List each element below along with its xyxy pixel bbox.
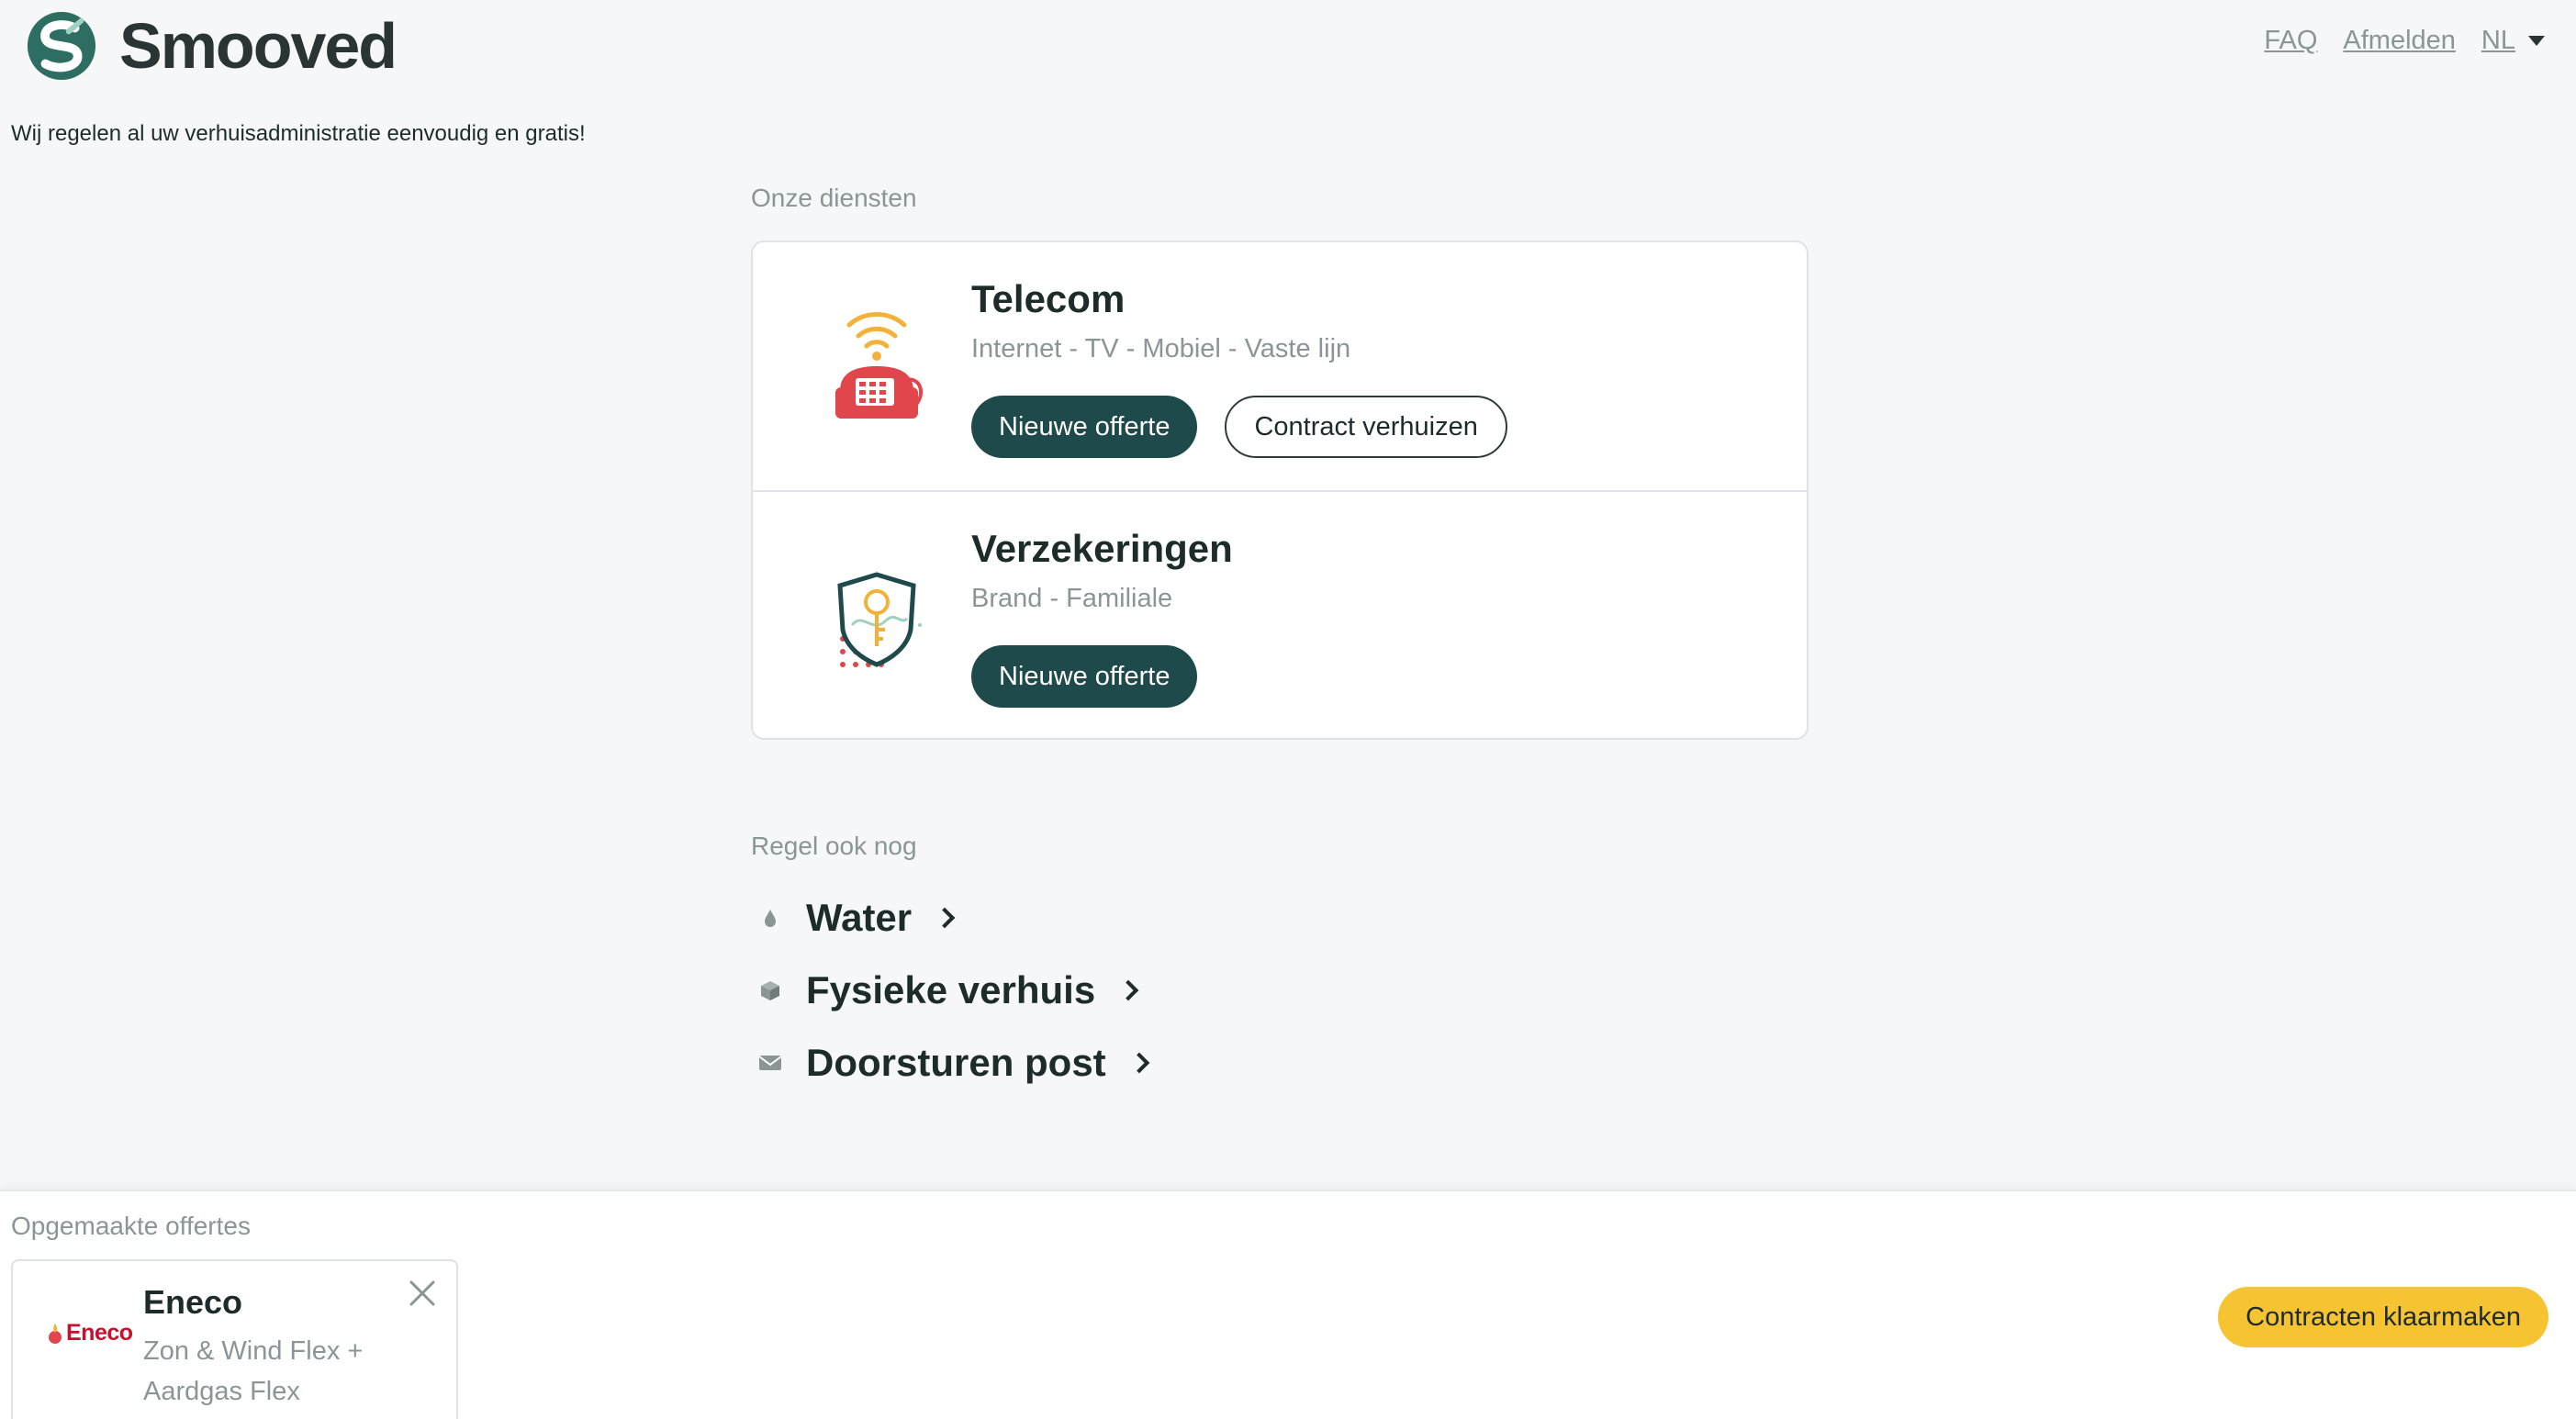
brand-name: Smooved xyxy=(119,10,398,82)
service-telecom: Telecom Internet - TV - Mobiel - Vaste l… xyxy=(753,242,1807,490)
finalize-contracts-button[interactable]: Contracten klaarmaken xyxy=(2218,1287,2548,1347)
more-item-water[interactable]: Water xyxy=(751,881,1809,954)
service-insurance: Verzekeringen Brand - Familiale Nieuwe o… xyxy=(753,490,1807,738)
service-title: Telecom xyxy=(971,277,1126,320)
more-list: Water Fysieke verhuis Doorsturen post xyxy=(751,881,1809,1099)
service-actions: Nieuwe offerte Contract verhuizen xyxy=(971,396,1507,458)
chevron-right-icon xyxy=(1117,979,1139,1000)
language-label: NL xyxy=(2481,26,2515,55)
header: Smooved FAQ Afmelden NL xyxy=(0,0,2576,92)
services-card: Telecom Internet - TV - Mobiel - Vaste l… xyxy=(751,240,1809,740)
language-selector[interactable]: NL xyxy=(2481,26,2545,56)
more-item-physical-move[interactable]: Fysieke verhuis xyxy=(751,954,1809,1026)
logout-link[interactable]: Afmelden xyxy=(2343,26,2456,56)
main-content: Onze diensten Telecom Internet - TV - Mo… xyxy=(751,184,1809,1099)
tagline: Wij regelen al uw verhuisadministratie e… xyxy=(11,121,586,146)
service-subtitle: Internet - TV - Mobiel - Vaste lijn xyxy=(971,334,1351,363)
chevron-right-icon xyxy=(934,907,956,928)
new-quote-button[interactable]: Nieuwe offerte xyxy=(971,396,1198,458)
insurance-shield-key-icon xyxy=(837,572,922,667)
eneco-flame-icon xyxy=(49,1323,62,1344)
service-body: Verzekeringen Brand - Familiale Nieuwe o… xyxy=(971,527,1233,708)
new-quote-button[interactable]: Nieuwe offerte xyxy=(971,645,1198,708)
eneco-logo: Eneco xyxy=(46,1320,133,1346)
more-item-forward-mail[interactable]: Doorsturen post xyxy=(751,1026,1809,1099)
more-item-label: Fysieke verhuis xyxy=(806,967,1096,1011)
services-label: Onze diensten xyxy=(751,184,917,212)
offer-description: Zon & Wind Flex + Aardgas Flex xyxy=(143,1336,364,1406)
quotes-label: Opgemaakte offertes xyxy=(11,1212,251,1240)
service-title: Verzekeringen xyxy=(971,527,1233,570)
chevron-right-icon xyxy=(1128,1052,1149,1073)
move-contract-button[interactable]: Contract verhuizen xyxy=(1225,396,1507,458)
quotes-panel: Opgemaakte offertes Eneco Eneco Zon & Wi… xyxy=(0,1190,2576,1419)
caret-down-icon xyxy=(2528,36,2545,46)
smooved-logo-icon xyxy=(27,11,96,81)
faq-link[interactable]: FAQ xyxy=(2264,26,2317,56)
box-icon xyxy=(756,977,784,1004)
service-body: Telecom Internet - TV - Mobiel - Vaste l… xyxy=(971,277,1507,458)
service-actions: Nieuwe offerte xyxy=(971,645,1233,708)
more-item-label: Doorsturen post xyxy=(806,1040,1106,1084)
telecom-phone-wifi-icon xyxy=(835,312,924,419)
service-subtitle: Brand - Familiale xyxy=(971,584,1173,613)
smooved-logo[interactable]: Smooved xyxy=(26,9,398,83)
offer-title: Eneco xyxy=(143,1283,243,1321)
offer-card[interactable]: Eneco Eneco Zon & Wind Flex + Aardgas Fl… xyxy=(11,1259,458,1419)
close-icon[interactable] xyxy=(407,1278,438,1309)
water-drop-icon xyxy=(756,904,784,932)
top-nav: FAQ Afmelden NL xyxy=(2264,26,2545,56)
envelope-icon xyxy=(756,1049,784,1077)
more-item-label: Water xyxy=(806,895,913,939)
more-label: Regel ook nog xyxy=(751,832,917,860)
eneco-logo-text: Eneco xyxy=(66,1320,133,1346)
